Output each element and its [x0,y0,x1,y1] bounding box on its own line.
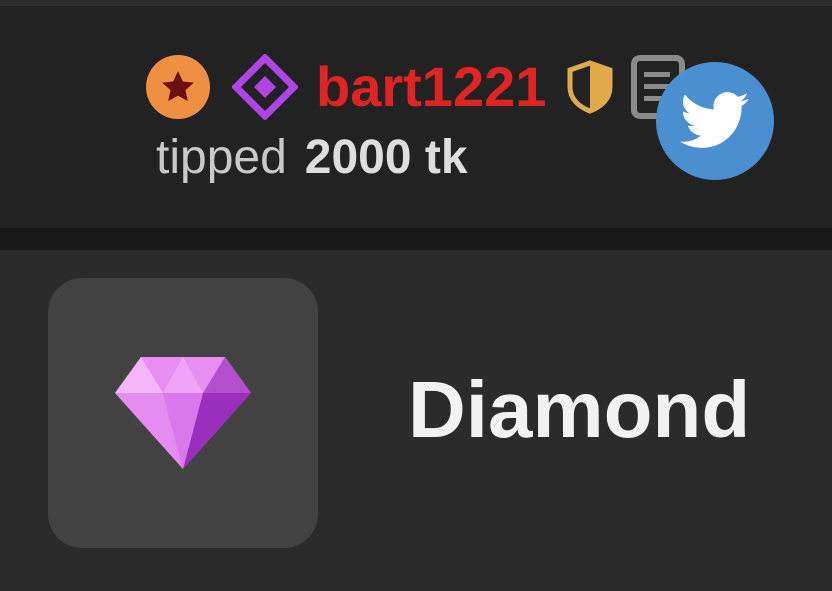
username[interactable]: bart1221 [316,59,546,115]
section-divider [0,228,832,250]
tip-notification: bart1221 tipped 2000 tk [0,6,832,228]
star-badge-icon [146,55,210,119]
twitter-icon[interactable] [656,62,774,180]
shield-icon [564,59,616,115]
tip-prefix: tipped [156,131,287,184]
diamond-badge-icon [232,54,298,120]
tip-amount: 2000 tk [304,131,468,184]
gift-tile[interactable] [48,278,318,548]
tipper-row: bart1221 [146,52,690,122]
gift-name: Diamond [408,365,751,454]
tip-message: tipped 2000 tk [156,130,468,190]
diamond-gem-icon [115,357,251,469]
